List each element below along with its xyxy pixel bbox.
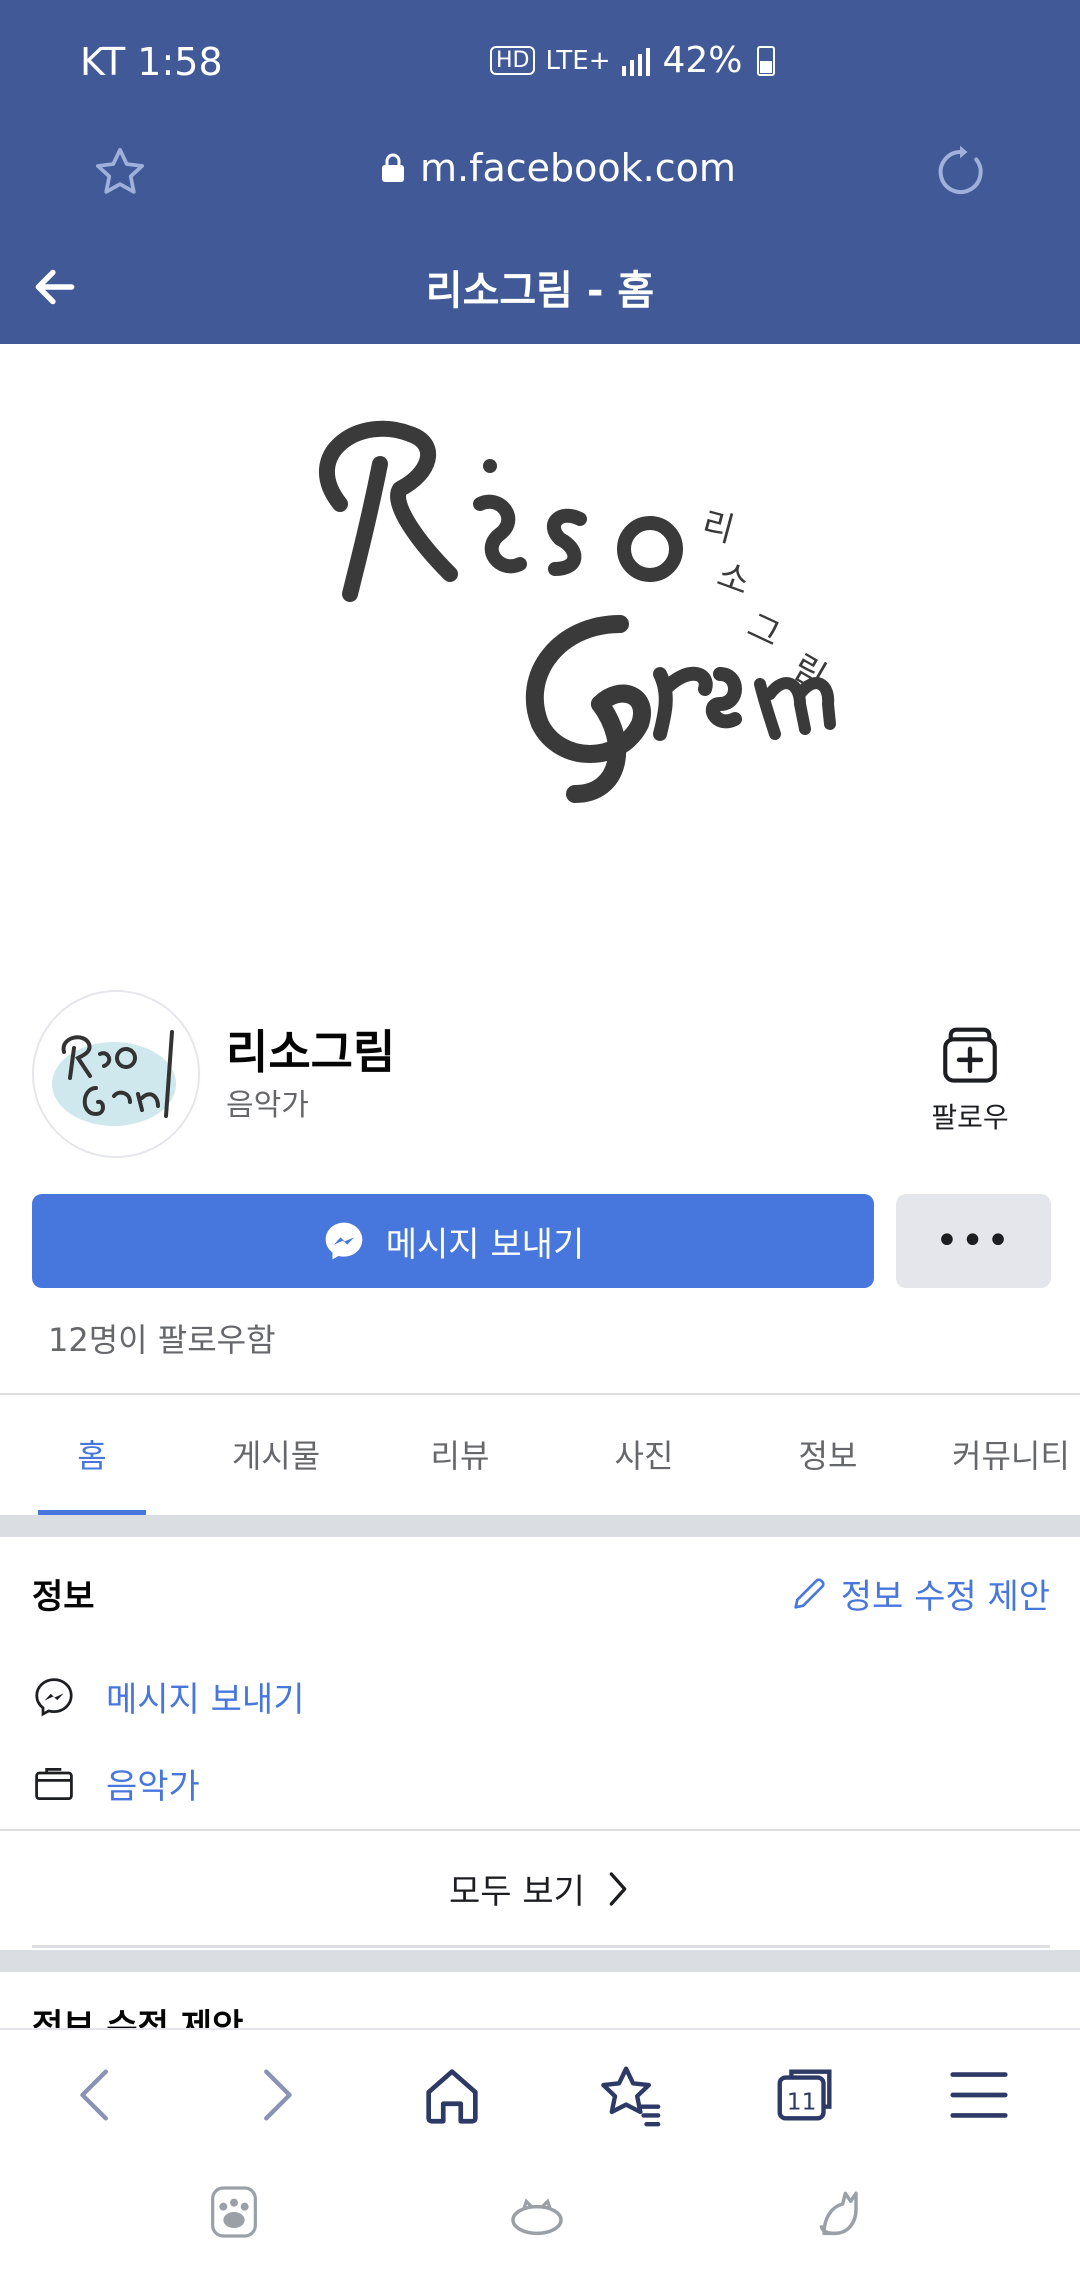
forward-icon[interactable] bbox=[240, 2060, 310, 2130]
page-tabs: 홈 게시물 리뷰 사진 정보 커뮤니티 bbox=[0, 1393, 1080, 1515]
info-bottom-separator bbox=[32, 1945, 1050, 1948]
follow-icon bbox=[943, 1027, 997, 1083]
follower-count: 12명이 팔로우함 bbox=[48, 1321, 276, 1359]
chevron-right-icon bbox=[609, 1871, 627, 1906]
bookmark-star-icon[interactable] bbox=[92, 144, 148, 200]
url-text: m.facebook.com bbox=[420, 146, 736, 190]
page-name: 리소그림 bbox=[226, 1025, 396, 1079]
url-field[interactable]: m.facebook.com bbox=[380, 146, 736, 190]
follow-label: 팔로우 bbox=[931, 1101, 1009, 1134]
info-row-category[interactable]: 음악가 bbox=[32, 1759, 200, 1808]
svg-text:소: 소 bbox=[712, 555, 755, 603]
avatar-logo bbox=[34, 992, 198, 1156]
follow-button[interactable]: 팔로우 bbox=[905, 1020, 1035, 1140]
info-heading: 정보 bbox=[32, 1577, 95, 1617]
info-separator bbox=[0, 1829, 1080, 1831]
bookmarks-icon[interactable] bbox=[594, 2060, 664, 2130]
profile-row: 리소그림 음악가 팔로우 bbox=[0, 980, 1080, 1160]
reload-icon[interactable] bbox=[930, 142, 990, 202]
tab-posts[interactable]: 게시물 bbox=[184, 1395, 368, 1515]
tab-photos[interactable]: 사진 bbox=[552, 1395, 736, 1515]
messenger-outline-icon bbox=[35, 1677, 73, 1716]
info-message-label: 메시지 보내기 bbox=[106, 1680, 305, 1720]
messenger-icon bbox=[325, 1222, 363, 1260]
sleeping-cat-icon[interactable] bbox=[505, 2180, 569, 2244]
tab-reviews[interactable]: 리뷰 bbox=[368, 1395, 552, 1515]
carrier: KT bbox=[80, 40, 126, 84]
status-left: KT 1:58 bbox=[80, 40, 223, 84]
section-divider-2 bbox=[0, 1950, 1080, 1972]
page-title: 리소그림 - 홈 bbox=[425, 268, 655, 314]
suggest-edit-label: 정보 수정 제안 bbox=[840, 1577, 1050, 1617]
tab-home[interactable]: 홈 bbox=[0, 1395, 184, 1515]
back-icon[interactable] bbox=[62, 2060, 132, 2130]
suggest-edit-link[interactable]: 정보 수정 제안 bbox=[789, 1569, 1050, 1618]
svg-text:11: 11 bbox=[787, 2088, 817, 2116]
cat-icon[interactable] bbox=[808, 2180, 872, 2244]
menu-icon[interactable] bbox=[944, 2060, 1014, 2130]
pencil-icon bbox=[794, 1577, 825, 1609]
info-row-message[interactable]: 메시지 보내기 bbox=[32, 1672, 305, 1721]
tab-about[interactable]: 정보 bbox=[736, 1395, 920, 1515]
signal-icon bbox=[622, 47, 651, 76]
home-icon[interactable] bbox=[417, 2060, 487, 2130]
svg-text:리: 리 bbox=[698, 504, 739, 551]
lock-icon bbox=[382, 153, 404, 182]
tab-community[interactable]: 커뮤니티 bbox=[920, 1395, 1080, 1515]
avatar[interactable] bbox=[32, 990, 200, 1158]
info-section: 정보 정보 수정 제안 메시지 보내기 음악가 모두 보기 bbox=[0, 1537, 1080, 1969]
gesture-bar bbox=[0, 2160, 1080, 2280]
more-options-button[interactable]: ••• bbox=[896, 1194, 1051, 1288]
browser-url-bar: m.facebook.com bbox=[0, 120, 1080, 230]
battery-percent: 42% bbox=[662, 40, 743, 81]
status-bar: KT 1:58 HD LTE+ 42% bbox=[0, 0, 1080, 130]
browser-toolbar: 11 bbox=[0, 2028, 1080, 2178]
svg-text:그: 그 bbox=[741, 606, 786, 655]
cover-photo[interactable]: 리 소 그 림 bbox=[0, 344, 1080, 954]
tabs-icon[interactable]: 11 bbox=[771, 2060, 841, 2130]
more-icon: ••• bbox=[935, 1218, 1012, 1264]
hd-badge: HD bbox=[490, 46, 536, 75]
paw-icon[interactable] bbox=[202, 2180, 266, 2244]
riso-grim-logo: 리 소 그 림 bbox=[319, 420, 836, 803]
page-category: 음악가 bbox=[226, 1088, 309, 1123]
info-category-label: 음악가 bbox=[106, 1767, 200, 1807]
section-divider bbox=[0, 1515, 1080, 1537]
next-section-heading: 정보 수정 제안 bbox=[32, 2007, 244, 2028]
clock: 1:58 bbox=[137, 40, 223, 84]
network-type: LTE+ bbox=[545, 45, 611, 76]
page-header: 리소그림 - 홈 bbox=[0, 228, 1080, 344]
see-all-button[interactable]: 모두 보기 bbox=[0, 1864, 1080, 1913]
see-all-label: 모두 보기 bbox=[449, 1872, 585, 1912]
briefcase-icon bbox=[35, 1767, 73, 1800]
battery-icon bbox=[756, 45, 775, 76]
status-right: HD LTE+ 42% bbox=[490, 40, 775, 81]
send-message-label: 메시지 보내기 bbox=[385, 1224, 585, 1265]
send-message-button[interactable]: 메시지 보내기 bbox=[32, 1194, 874, 1288]
